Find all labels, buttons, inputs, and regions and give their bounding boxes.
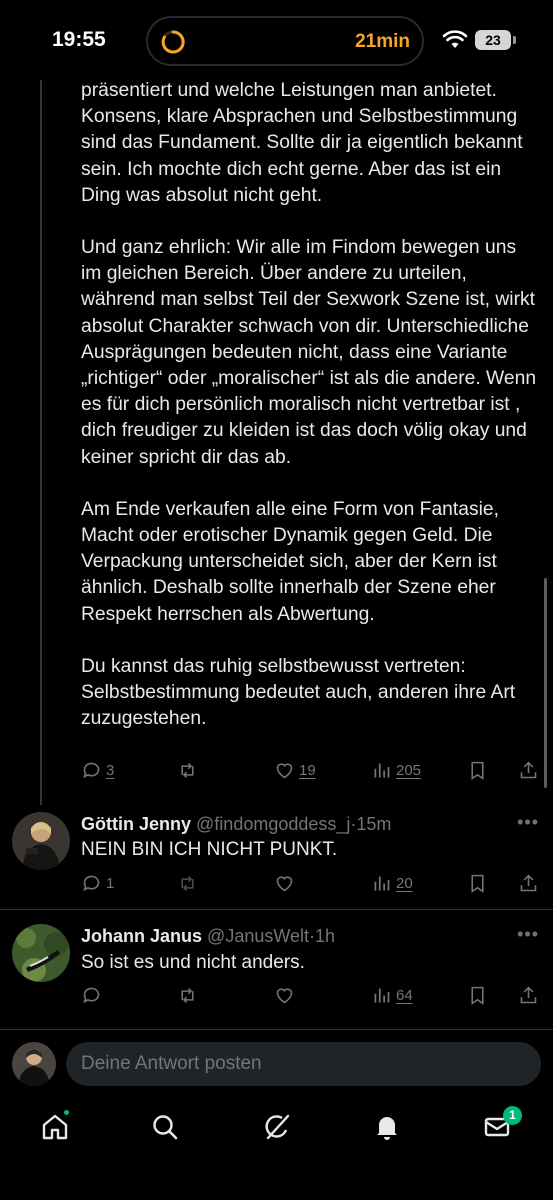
views-icon (374, 876, 390, 890)
repost-button[interactable] (177, 982, 198, 1008)
tweet-paragraph: Du kannst das ruhig selbstbewusst vertre… (81, 655, 516, 730)
reply-header: Johann Janus @JanusWelt·1h (81, 926, 335, 947)
scrollbar[interactable] (544, 578, 547, 788)
repost-button[interactable] (177, 757, 198, 783)
reply-header: Göttin Jenny @findomgoddess_j·15m (81, 814, 391, 835)
share-button[interactable] (518, 982, 539, 1008)
status-bar: 19:55 21min 23 (0, 0, 553, 80)
more-options-icon[interactable]: ••• (517, 924, 539, 945)
tweet-actions: 3 19 205 (81, 757, 543, 783)
dynamic-island[interactable]: 21min (146, 16, 424, 66)
bookmark-icon (471, 761, 484, 780)
reply-button[interactable] (81, 982, 102, 1008)
bottom-nav (0, 1098, 553, 1200)
views-icon (374, 988, 390, 1002)
thread-line (40, 80, 42, 805)
views-icon (374, 763, 390, 777)
tweet-text: präsentiert und welche Leistungen man an… (81, 78, 541, 758)
reply-text: So ist es und nicht anders. (81, 952, 305, 973)
post-time: 1h (315, 926, 336, 946)
timer-icon (161, 30, 185, 54)
heart-icon (276, 875, 293, 891)
grok-icon (265, 1114, 290, 1140)
divider (0, 909, 553, 910)
reply-actions: 1 20 (81, 870, 543, 896)
nav-grok[interactable] (262, 1112, 294, 1144)
reply-icon (83, 987, 100, 1003)
views-button[interactable]: 64 (371, 982, 413, 1008)
reply-icon (83, 875, 100, 891)
wifi-icon (442, 30, 468, 48)
reply-button[interactable]: 3 (81, 757, 114, 783)
tweet-paragraph: Und ganz ehrlich: Wir alle im Findom bew… (81, 237, 537, 468)
like-button[interactable]: 19 (274, 757, 316, 783)
tweet-paragraph: präsentiert und welche Leistungen man an… (81, 80, 523, 206)
divider (0, 1029, 553, 1030)
reply-input[interactable]: Deine Antwort posten (66, 1042, 541, 1086)
views-count: 205 (396, 761, 422, 779)
like-button[interactable] (274, 870, 295, 896)
bookmark-icon (471, 986, 484, 1005)
share-button[interactable] (518, 870, 539, 896)
compose-avatar[interactable] (12, 1042, 56, 1086)
reply-count: 3 (106, 761, 115, 779)
reply-icon (83, 762, 100, 778)
share-icon (520, 874, 537, 891)
reply-count: 1 (106, 874, 115, 892)
bookmark-button[interactable] (467, 870, 488, 896)
bookmark-button[interactable] (467, 982, 488, 1008)
repost-icon (181, 762, 194, 778)
avatar[interactable] (12, 812, 70, 870)
nav-notifications[interactable] (372, 1112, 404, 1144)
like-button[interactable] (274, 982, 295, 1008)
bell-icon (377, 1117, 397, 1140)
post-time: 15m (356, 814, 392, 834)
share-icon (520, 986, 537, 1003)
heart-icon (276, 987, 293, 1003)
repost-icon (181, 987, 194, 1003)
tweet-paragraph: Am Ende verkaufen alle eine Form von Fan… (81, 498, 499, 625)
views-count: 64 (396, 986, 413, 1004)
author-handle[interactable]: @JanusWelt (207, 926, 309, 946)
views-count: 20 (396, 874, 413, 892)
reply-actions: 64 (81, 982, 543, 1008)
messages-badge: 1 (503, 1106, 522, 1125)
author-name[interactable]: Johann Janus (81, 926, 202, 946)
views-button[interactable]: 205 (371, 757, 421, 783)
author-handle[interactable]: @findomgoddess_j (196, 814, 350, 834)
like-count: 19 (299, 761, 316, 779)
status-time: 19:55 (52, 28, 106, 51)
author-name[interactable]: Göttin Jenny (81, 814, 191, 834)
bookmark-button[interactable] (467, 757, 488, 783)
nav-search[interactable] (150, 1112, 182, 1144)
views-button[interactable]: 20 (371, 870, 413, 896)
reply-text: NEIN BIN ICH NICHT PUNKT. (81, 839, 338, 860)
repost-button[interactable] (177, 870, 198, 896)
home-notification-dot (62, 1108, 71, 1117)
avatar[interactable] (12, 924, 70, 982)
heart-icon (276, 762, 293, 778)
reply-button[interactable]: 1 (81, 870, 114, 896)
battery-tip (513, 36, 516, 44)
battery-icon: 23 (475, 30, 511, 50)
repost-icon (181, 875, 194, 891)
avatar-image (12, 812, 70, 870)
avatar-image (12, 924, 70, 982)
search-icon (153, 1115, 178, 1140)
more-options-icon[interactable]: ••• (517, 812, 539, 833)
share-icon (520, 761, 537, 778)
avatar-image (12, 1042, 56, 1086)
timer-text: 21min (355, 31, 410, 52)
share-button[interactable] (518, 757, 539, 783)
bookmark-icon (471, 874, 484, 893)
